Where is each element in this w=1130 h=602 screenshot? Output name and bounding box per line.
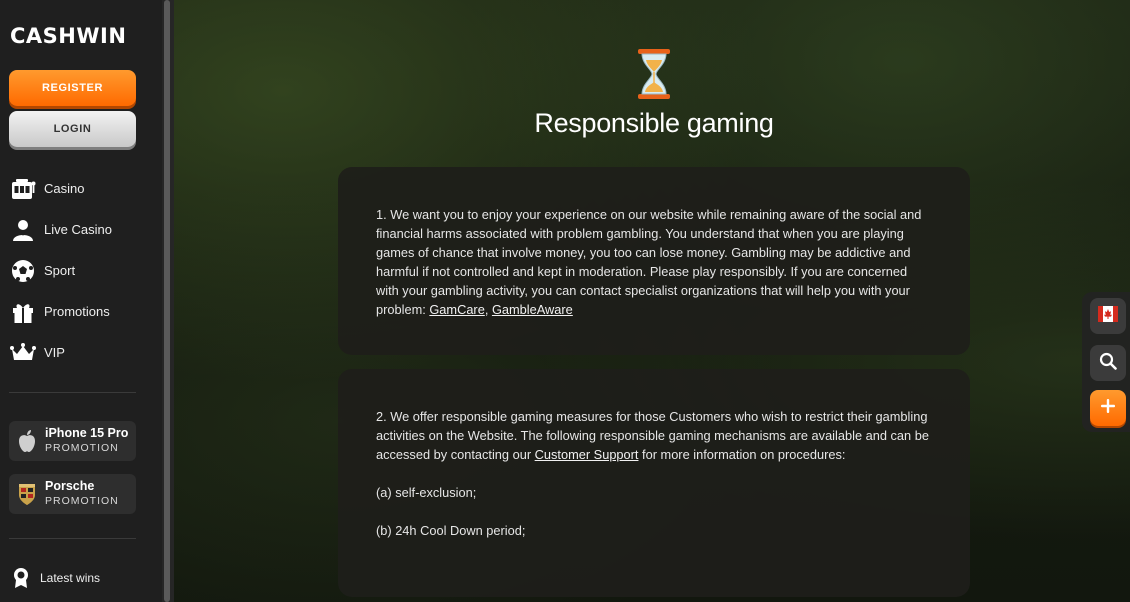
- sidebar-item-promotions[interactable]: Promotions: [0, 291, 162, 332]
- policy-section-1: 1. We want you to enjoy your experience …: [338, 167, 970, 355]
- sidebar-scrollbar-thumb[interactable]: [164, 0, 170, 602]
- dealer-icon: [10, 218, 36, 242]
- latest-wins-link[interactable]: Latest wins: [10, 565, 100, 591]
- login-button[interactable]: LOGIN: [9, 111, 136, 147]
- promo-name: iPhone 15 Pro: [45, 426, 129, 440]
- gift-icon: [10, 300, 36, 324]
- sidebar-item-sport[interactable]: Sport: [0, 250, 162, 291]
- apple-icon: [9, 429, 45, 453]
- customer-support-link[interactable]: Customer Support: [535, 447, 639, 462]
- sidebar-item-vip[interactable]: VIP: [0, 332, 162, 373]
- promo-name: Porsche: [45, 479, 95, 493]
- sidebar-item-label: Promotions: [44, 304, 110, 319]
- sidebar-item-live-casino[interactable]: Live Casino: [0, 209, 162, 250]
- page-title: Responsible gaming: [534, 108, 774, 138]
- sidebar-item-label: Live Casino: [44, 222, 112, 237]
- section-text: 1. We want you to enjoy your experience …: [376, 207, 922, 317]
- brand-logo[interactable]: CASHWIN: [10, 24, 140, 48]
- search-button[interactable]: [1090, 345, 1126, 381]
- language-button[interactable]: [1090, 298, 1126, 334]
- sidebar: CASHWIN REGISTER LOGIN Casino Live Casin…: [0, 0, 162, 602]
- policy-section-2: 2. We offer responsible gaming measures …: [338, 369, 970, 597]
- promo-iphone[interactable]: iPhone 15 Pro PROMOTION: [9, 421, 136, 461]
- gamcare-link[interactable]: GamCare: [429, 302, 484, 317]
- add-button[interactable]: [1090, 390, 1126, 426]
- divider: [9, 392, 136, 393]
- sidebar-item-label: VIP: [44, 345, 65, 360]
- sidebar-nav: Casino Live Casino Sport Promotions VIP: [0, 168, 162, 373]
- soccer-ball-icon: [10, 259, 36, 283]
- medal-icon: [10, 567, 32, 589]
- slot-machine-icon: [10, 177, 36, 201]
- divider: [9, 538, 136, 539]
- sidebar-item-casino[interactable]: Casino: [0, 168, 162, 209]
- latest-wins-label: Latest wins: [40, 571, 101, 585]
- plus-icon: [1100, 398, 1116, 419]
- section-text: 2. We offer responsible gaming measures …: [376, 409, 929, 462]
- list-item: (a) self-exclusion;: [376, 485, 477, 500]
- search-icon: [1099, 352, 1117, 375]
- hourglass-icon: [634, 48, 674, 100]
- list-item: (b) 24h Cool Down period;: [376, 523, 526, 538]
- floating-widget: [1082, 292, 1130, 432]
- canada-flag-icon: [1098, 304, 1118, 329]
- promo-tag: PROMOTION: [45, 442, 119, 454]
- porsche-crest-icon: [9, 482, 45, 506]
- register-button[interactable]: REGISTER: [9, 70, 136, 106]
- gambleaware-link[interactable]: GambleAware: [492, 302, 573, 317]
- sidebar-item-label: Sport: [44, 263, 76, 278]
- promo-porsche[interactable]: Porsche PROMOTION: [9, 474, 136, 514]
- sidebar-item-label: Casino: [44, 181, 85, 196]
- crown-icon: [10, 341, 36, 365]
- promo-tag: PROMOTION: [45, 495, 119, 507]
